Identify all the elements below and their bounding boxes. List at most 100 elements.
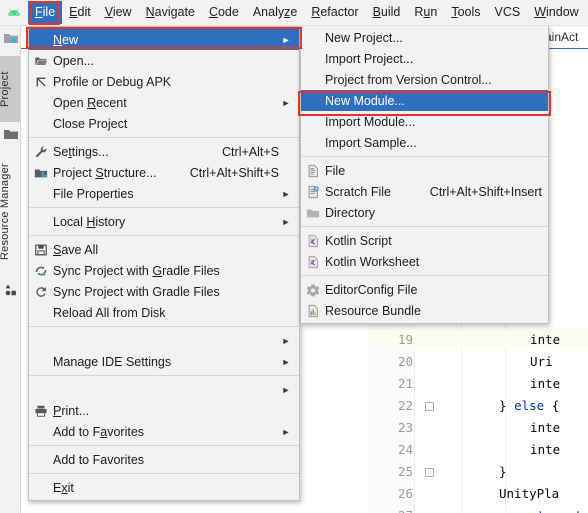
menu-item-settings[interactable]: Settings... Ctrl+Alt+S — [29, 141, 299, 162]
menu-item-label: New — [53, 32, 79, 47]
kotlin-script-icon — [301, 233, 325, 249]
menu-item-new-projects-settings[interactable]: Manage IDE Settings ► — [29, 351, 299, 372]
menubar-item-analyze[interactable]: Analyze — [246, 1, 304, 24]
menubar-item-code[interactable]: Code — [202, 1, 246, 24]
menubar-item-window[interactable]: Window — [527, 1, 585, 24]
menu-item-kotlin-worksheet[interactable]: Kotlin Worksheet — [301, 251, 548, 272]
blank-icon — [29, 452, 53, 468]
menu-item-profile-or-debug-apk[interactable]: Profile or Debug APK — [29, 71, 299, 92]
android-studio-logo-icon — [4, 3, 24, 23]
menu-item-import-project[interactable]: Import Project... — [301, 48, 548, 69]
menubar-item-file[interactable]: File — [28, 1, 63, 24]
menu-item-label: Project Structure... — [53, 165, 157, 180]
menu-item-power-save-mode[interactable]: Add to Favorites — [29, 449, 299, 470]
menu-item-open-recent[interactable]: Open Recent ► — [29, 92, 299, 113]
menu-item-kotlin-script[interactable]: Kotlin Script — [301, 230, 548, 251]
menu-separator — [29, 326, 299, 327]
chevron-right-icon: ► — [281, 34, 291, 45]
menu-item-label: Print... — [53, 403, 90, 418]
code-fold-handle[interactable] — [425, 468, 434, 477]
menu-item-resource-bundle[interactable]: Resource Bundle — [301, 300, 548, 321]
menu-item-label: Profile or Debug APK — [53, 74, 172, 89]
menu-item-label: Open Recent — [53, 95, 127, 110]
blank-icon — [29, 95, 53, 111]
blank-icon — [301, 135, 325, 151]
structure-icon[interactable] — [3, 282, 19, 298]
chevron-right-icon: ► — [281, 426, 291, 437]
menu-item-scratch-file[interactable]: Scratch File Ctrl+Alt+Shift+Insert — [301, 181, 548, 202]
menu-item-new-module[interactable]: New Module... — [301, 90, 548, 111]
menu-item-file-properties[interactable]: File Properties ► — [29, 183, 299, 204]
menu-item-import-sample[interactable]: Import Sample... — [301, 132, 548, 153]
line-number: 26 — [397, 486, 413, 501]
menu-item-reload-all-from-disk[interactable]: Sync Project with Gradle Files — [29, 281, 299, 302]
menu-item-label: Kotlin Script — [325, 233, 392, 248]
menu-item-project-from-version-control[interactable]: Project from Version Control... — [301, 69, 548, 90]
blank-icon — [29, 305, 53, 321]
menu-item-new[interactable]: New ► — [29, 29, 299, 50]
menu-item-invalidate-caches[interactable]: Reload All from Disk — [29, 302, 299, 323]
open-folder-icon — [29, 53, 53, 69]
menu-item-shortcut: Ctrl+Alt+S — [222, 144, 279, 159]
blank-icon — [29, 116, 53, 132]
menu-separator — [29, 207, 299, 208]
kotlin-worksheet-icon — [301, 254, 325, 270]
menu-item-new-project[interactable]: New Project... — [301, 27, 548, 48]
line-number: 25 — [397, 464, 413, 479]
sidebar-item-resource-manager[interactable]: Resource Manager — [0, 148, 20, 276]
chevron-right-icon: ► — [281, 356, 291, 367]
blank-icon — [301, 114, 325, 130]
menu-item-shortcut: Ctrl+Alt+Shift+S — [189, 165, 279, 180]
line-number: 24 — [397, 442, 413, 457]
line-number: 20 — [397, 354, 413, 369]
menu-item-import-module[interactable]: Import Module... — [301, 111, 548, 132]
menu-item-print[interactable]: Print... — [29, 400, 299, 421]
menu-item-shortcut: Ctrl+Alt+Shift+Insert — [429, 184, 542, 199]
menubar-item-vcs[interactable]: VCS — [488, 1, 528, 24]
code-fragment: Uri — [515, 354, 553, 369]
code-fold-handle[interactable] — [425, 402, 434, 411]
menu-item-project-structure[interactable]: Project Structure... Ctrl+Alt+Shift+S — [29, 162, 299, 183]
menu-item-sync-project-with-gradle-files[interactable]: Sync Project with Gradle Files — [29, 260, 299, 281]
chevron-right-icon: ► — [281, 384, 291, 395]
chevron-right-icon: ► — [281, 335, 291, 346]
menu-item-manage-ide-settings[interactable]: ► — [29, 330, 299, 351]
code-fragment: inte — [515, 420, 561, 435]
menu-item-label: Kotlin Worksheet — [325, 254, 420, 269]
menu-item-label: Project from Version Control... — [325, 72, 492, 87]
menu-item-label: New Project... — [325, 30, 403, 45]
chevron-right-icon: ► — [281, 97, 291, 108]
menubar-item-build[interactable]: Build — [366, 1, 408, 24]
android-studio-window: ainAct roid. stall ic bo kFile File. ent… — [0, 0, 588, 513]
line-number: 21 — [397, 376, 413, 391]
menu-separator — [301, 275, 548, 276]
menu-item-open[interactable]: Open... — [29, 50, 299, 71]
menubar-item-tools[interactable]: Tools — [444, 1, 487, 24]
menubar-item-view[interactable]: View — [98, 1, 139, 24]
left-tool-window-strip: Project Resource Manager — [0, 26, 21, 513]
menu-item-add-to-favorites[interactable]: Add to Favorites ► — [29, 421, 299, 442]
project-folder-icon[interactable] — [3, 30, 19, 46]
menubar-item-run[interactable]: Run — [407, 1, 444, 24]
menubar-item-edit[interactable]: Edit — [62, 1, 98, 24]
new-submenu-popup[interactable]: New Project... Import Project... Project… — [300, 24, 549, 324]
blank-icon — [29, 186, 53, 202]
menu-item-local-history[interactable]: Local History ► — [29, 211, 299, 232]
blank-icon — [301, 72, 325, 88]
file-menu-popup[interactable]: New ► Open... Profile or Debug APK Open … — [28, 26, 300, 501]
menu-item-export[interactable]: ► — [29, 379, 299, 400]
menu-item-exit[interactable]: Exit — [29, 477, 299, 498]
menubar-item-navigate[interactable]: Navigate — [139, 1, 202, 24]
menu-item-file[interactable]: File — [301, 160, 548, 181]
menu-item-editorconfig-file[interactable]: EditorConfig File — [301, 279, 548, 300]
menu-item-label: Reload All from Disk — [53, 305, 166, 320]
menubar-item-refactor[interactable]: Refactor — [304, 1, 365, 24]
blank-icon — [301, 30, 325, 46]
sidebar-item-project[interactable]: Project — [0, 56, 20, 122]
menu-item-close-project[interactable]: Close Project — [29, 113, 299, 134]
chevron-right-icon: ► — [281, 216, 291, 227]
file-icon — [301, 163, 325, 179]
menu-item-directory[interactable]: Directory — [301, 202, 548, 223]
editorconfig-icon — [301, 282, 325, 298]
menu-item-save-all[interactable]: Save All — [29, 239, 299, 260]
